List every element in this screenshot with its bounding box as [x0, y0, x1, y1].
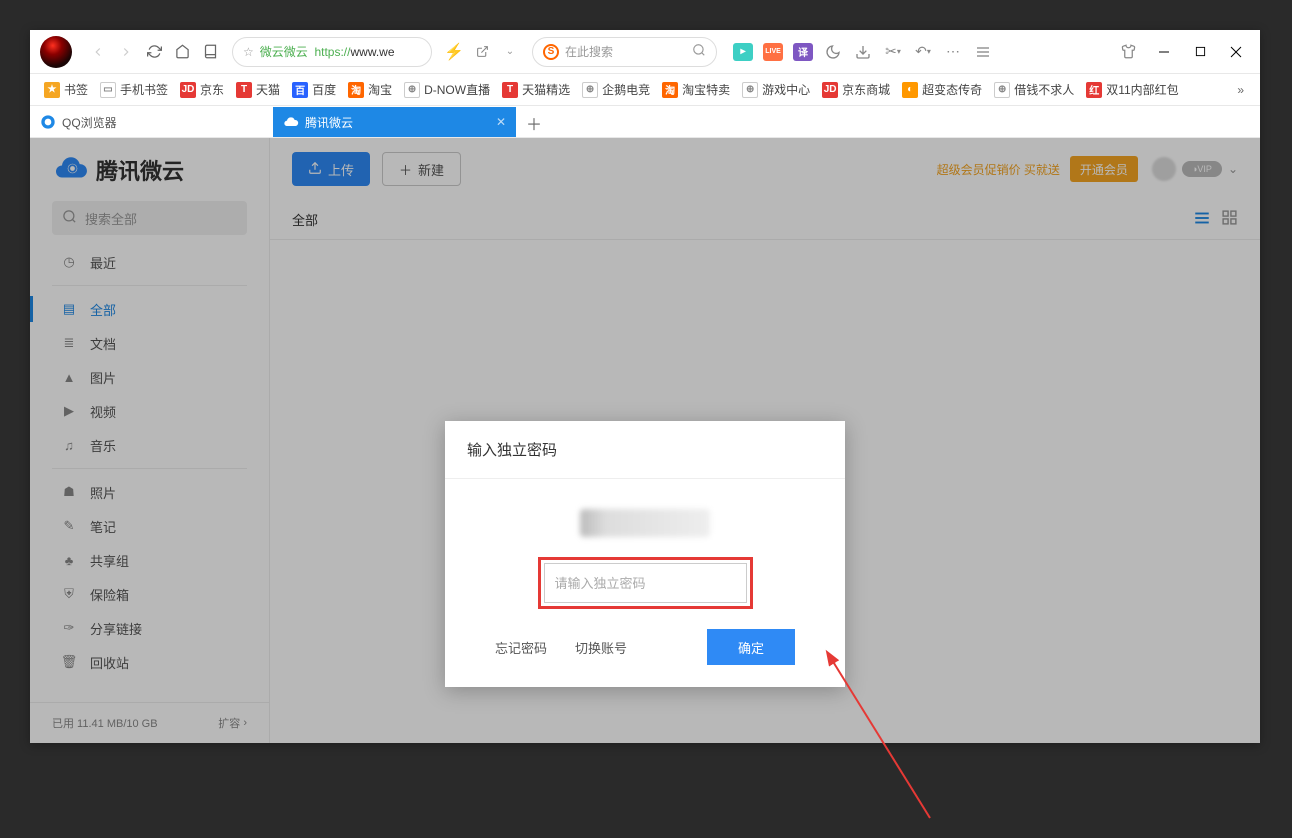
bookmark-item[interactable]: JD京东	[174, 78, 230, 102]
bookmark-icon: ▭	[100, 82, 116, 98]
bookmark-item[interactable]: ⊕借钱不求人	[988, 78, 1080, 102]
bookmark-item[interactable]: ⊕企鹅电竞	[576, 78, 656, 102]
home-button[interactable]	[168, 38, 196, 66]
download-icon[interactable]	[849, 38, 877, 66]
bookmark-item[interactable]: T天猫精选	[496, 78, 576, 102]
bookmark-icon: T	[502, 82, 518, 98]
bookmark-icon: ★	[44, 82, 60, 98]
bookmark-item[interactable]: 淘淘宝	[342, 78, 398, 102]
bookmark-item[interactable]: 红双11内部红包	[1080, 78, 1184, 102]
profile-avatar[interactable]	[40, 36, 72, 68]
tab-qqbrowser[interactable]: QQ浏览器	[30, 107, 273, 137]
undo-icon[interactable]: ↶▾	[909, 38, 937, 66]
search-bar[interactable]: S 在此搜索	[532, 37, 717, 67]
bookmark-icon: ⊕	[994, 82, 1010, 98]
bookmark-label: 百度	[312, 81, 336, 98]
bookmark-icon: ⊕	[582, 82, 598, 98]
bookmark-icon: ◐	[902, 82, 918, 98]
bookmark-icon: 红	[1086, 82, 1102, 98]
bookmark-label: 京东商城	[842, 81, 890, 98]
bookmark-item[interactable]: 百百度	[286, 78, 342, 102]
more-icon[interactable]: ⋯	[939, 38, 967, 66]
bookmark-item[interactable]: T天猫	[230, 78, 286, 102]
bookmark-icon: T	[236, 82, 252, 98]
modal-title: 输入独立密码	[445, 421, 845, 479]
tab-strip: QQ浏览器 腾讯微云 ✕ ＋	[30, 106, 1260, 138]
translate-tool-icon[interactable]: 译	[789, 38, 817, 66]
url-proto: https://	[314, 45, 350, 59]
flash-icon[interactable]: ⚡	[440, 38, 468, 66]
bookmarks-overflow[interactable]: »	[1229, 83, 1252, 97]
live-tool-icon[interactable]: LIVE	[759, 38, 787, 66]
new-tab-button[interactable]: ＋	[520, 109, 548, 137]
bookmark-label: 企鹅电竞	[602, 81, 650, 98]
bookmark-item[interactable]: 淘淘宝特卖	[656, 78, 736, 102]
menu-icon[interactable]	[969, 38, 997, 66]
bookmark-item[interactable]: ⊕游戏中心	[736, 78, 816, 102]
url-host: www.we	[350, 45, 394, 59]
bookmark-label: 天猫精选	[522, 81, 570, 98]
bookmark-icon: ⊕	[742, 82, 758, 98]
close-tab-icon[interactable]: ✕	[496, 115, 506, 129]
bookmark-label: 淘宝	[368, 81, 392, 98]
bookmark-icon: 淘	[662, 82, 678, 98]
bookmark-label: 天猫	[256, 81, 280, 98]
bookmark-label: 淘宝特卖	[682, 81, 730, 98]
bookmark-icon: 淘	[348, 82, 364, 98]
switch-account-link[interactable]: 切换账号	[575, 638, 627, 657]
night-mode-icon[interactable]	[819, 38, 847, 66]
minimize-button[interactable]	[1146, 38, 1182, 66]
url-site-name: 微云微云	[260, 43, 308, 60]
bookmark-label: D-NOW直播	[424, 81, 490, 98]
independent-password-input[interactable]	[544, 563, 747, 603]
bookmark-item[interactable]: JD京东商城	[816, 78, 896, 102]
tab-label: QQ浏览器	[62, 114, 117, 131]
search-placeholder: 在此搜索	[565, 43, 613, 60]
video-tool-icon[interactable]: ▸	[729, 38, 757, 66]
bookmark-icon: 百	[292, 82, 308, 98]
tab-weiyun[interactable]: 腾讯微云 ✕	[273, 107, 516, 137]
tab-label: 腾讯微云	[305, 114, 353, 131]
bookmarks-bar: ★书签▭手机书签JD京东T天猫百百度淘淘宝⊕D-NOW直播T天猫精选⊕企鹅电竞淘…	[30, 74, 1260, 106]
close-window-button[interactable]	[1218, 38, 1254, 66]
bookmark-icon: JD	[180, 82, 196, 98]
password-modal: 输入独立密码 忘记密码 切换账号 确定	[445, 421, 845, 687]
maximize-button[interactable]	[1182, 38, 1218, 66]
browser-titlebar: ☆ 微云微云 https:// www.we ⚡ ⌄ S 在此搜索 ▸ LIVE…	[30, 30, 1260, 74]
bookmark-item[interactable]: ⊕D-NOW直播	[398, 78, 496, 102]
modal-user-info	[580, 509, 710, 537]
bookmark-item[interactable]: ▭手机书签	[94, 78, 174, 102]
input-highlight-annotation	[538, 557, 753, 609]
bookmark-label: 借钱不求人	[1014, 81, 1074, 98]
qq-icon	[40, 114, 56, 130]
snip-icon[interactable]: ✂▾	[879, 38, 907, 66]
reload-button[interactable]	[140, 38, 168, 66]
bookmark-label: 游戏中心	[762, 81, 810, 98]
weiyun-icon	[283, 114, 299, 130]
forgot-password-link[interactable]: 忘记密码	[495, 638, 547, 657]
forward-button[interactable]	[112, 38, 140, 66]
bookmark-label: 京东	[200, 81, 224, 98]
bookmark-label: 双11内部红包	[1106, 81, 1178, 98]
confirm-button[interactable]: 确定	[707, 629, 795, 665]
bookmark-item[interactable]: ★书签	[38, 78, 94, 102]
bookmark-label: 手机书签	[120, 81, 168, 98]
skin-button[interactable]	[1110, 38, 1146, 66]
sogou-icon: S	[543, 44, 559, 60]
library-button[interactable]	[196, 38, 224, 66]
star-icon[interactable]: ☆	[243, 45, 254, 59]
bookmark-label: 超变态传奇	[922, 81, 982, 98]
search-icon[interactable]	[692, 43, 706, 60]
bookmark-label: 书签	[64, 81, 88, 98]
address-bar[interactable]: ☆ 微云微云 https:// www.we	[232, 37, 432, 67]
bookmark-icon: JD	[822, 82, 838, 98]
bookmark-item[interactable]: ◐超变态传奇	[896, 78, 988, 102]
share-icon[interactable]	[468, 38, 496, 66]
dropdown-icon[interactable]: ⌄	[496, 38, 524, 66]
back-button[interactable]	[84, 38, 112, 66]
bookmark-icon: ⊕	[404, 82, 420, 98]
